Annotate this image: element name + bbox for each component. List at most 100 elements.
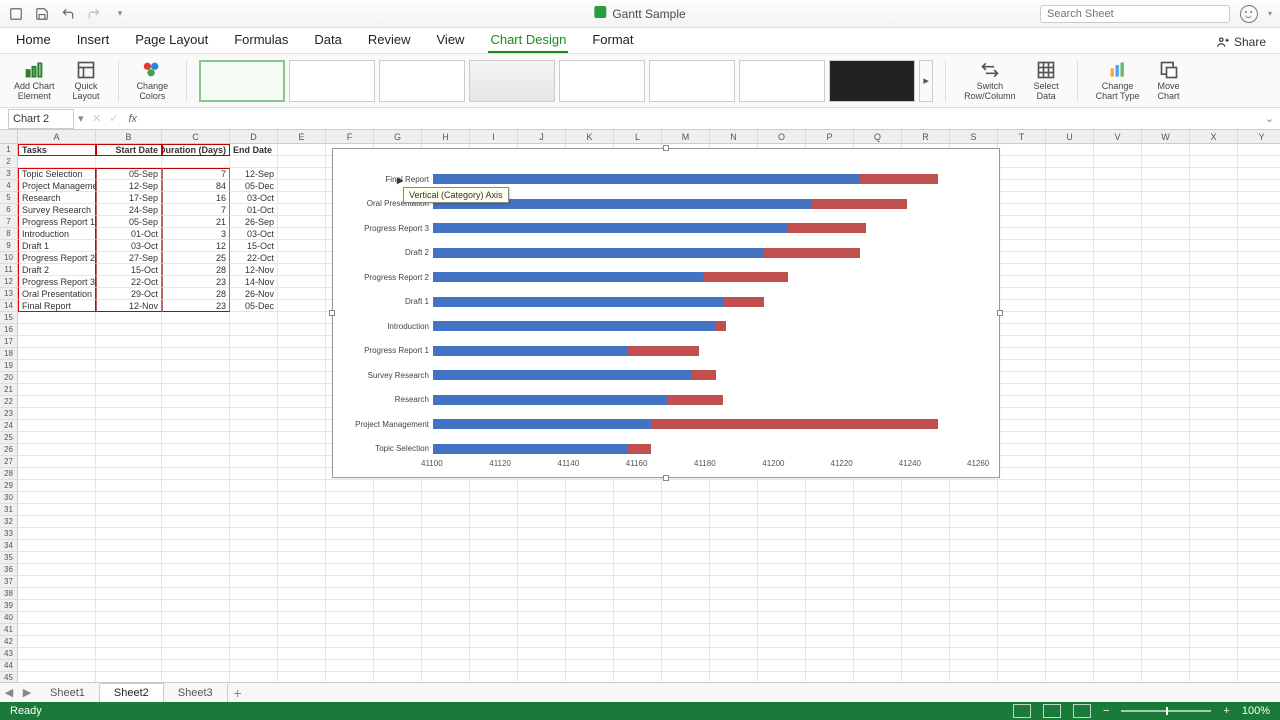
cell-F43[interactable] <box>326 648 374 660</box>
cell-L43[interactable] <box>614 648 662 660</box>
cell-R30[interactable] <box>902 492 950 504</box>
cell-W8[interactable] <box>1142 228 1190 240</box>
cell-D19[interactable] <box>230 360 278 372</box>
cell-N33[interactable] <box>710 528 758 540</box>
cell-D31[interactable] <box>230 504 278 516</box>
cell-H33[interactable] <box>422 528 470 540</box>
cell-N39[interactable] <box>710 600 758 612</box>
row-head-15[interactable]: 15 <box>0 312 18 324</box>
cell-A16[interactable] <box>18 324 96 336</box>
cell-V15[interactable] <box>1094 312 1142 324</box>
chart-style-8[interactable] <box>829 60 915 102</box>
cell-U28[interactable] <box>1046 468 1094 480</box>
cell-A29[interactable] <box>18 480 96 492</box>
col-head-O[interactable]: O <box>758 130 806 143</box>
cell-N32[interactable] <box>710 516 758 528</box>
cell-K32[interactable] <box>566 516 614 528</box>
chart-style-more-icon[interactable]: ▸ <box>919 60 933 102</box>
cell-U32[interactable] <box>1046 516 1094 528</box>
chart-bar-start[interactable] <box>433 444 628 454</box>
chart-resize-handle-top[interactable] <box>663 145 669 151</box>
chart-bar-start[interactable] <box>433 395 668 405</box>
cell-T23[interactable] <box>998 408 1046 420</box>
cell-D3[interactable]: 12-Sep <box>230 168 278 180</box>
row-head-3[interactable]: 3 <box>0 168 18 180</box>
cell-C26[interactable] <box>162 444 230 456</box>
cell-P34[interactable] <box>806 540 854 552</box>
cell-R42[interactable] <box>902 636 950 648</box>
col-head-I[interactable]: I <box>470 130 518 143</box>
cell-D15[interactable] <box>230 312 278 324</box>
cell-Y11[interactable] <box>1238 264 1280 276</box>
cell-M41[interactable] <box>662 624 710 636</box>
cell-L36[interactable] <box>614 564 662 576</box>
cell-E34[interactable] <box>278 540 326 552</box>
cell-Y18[interactable] <box>1238 348 1280 360</box>
cell-V16[interactable] <box>1094 324 1142 336</box>
cell-C1[interactable]: Duration (Days) <box>162 144 230 156</box>
cell-C14[interactable]: 23 <box>162 300 230 312</box>
cell-Y27[interactable] <box>1238 456 1280 468</box>
cell-E27[interactable] <box>278 456 326 468</box>
cell-G35[interactable] <box>374 552 422 564</box>
row-head-23[interactable]: 23 <box>0 408 18 420</box>
cell-Y23[interactable] <box>1238 408 1280 420</box>
cell-Y16[interactable] <box>1238 324 1280 336</box>
cell-A2[interactable] <box>18 156 96 168</box>
cell-I35[interactable] <box>470 552 518 564</box>
cell-R34[interactable] <box>902 540 950 552</box>
cell-N38[interactable] <box>710 588 758 600</box>
cell-X29[interactable] <box>1190 480 1238 492</box>
cell-F42[interactable] <box>326 636 374 648</box>
cell-V3[interactable] <box>1094 168 1142 180</box>
cell-T41[interactable] <box>998 624 1046 636</box>
row-head-2[interactable]: 2 <box>0 156 18 168</box>
cell-D2[interactable] <box>230 156 278 168</box>
cell-Y19[interactable] <box>1238 360 1280 372</box>
chart-style-1[interactable] <box>199 60 285 102</box>
cell-W18[interactable] <box>1142 348 1190 360</box>
cell-U21[interactable] <box>1046 384 1094 396</box>
row-head-12[interactable]: 12 <box>0 276 18 288</box>
cell-E5[interactable] <box>278 192 326 204</box>
cell-A31[interactable] <box>18 504 96 516</box>
cell-W13[interactable] <box>1142 288 1190 300</box>
cell-T14[interactable] <box>998 300 1046 312</box>
cell-B44[interactable] <box>96 660 162 672</box>
select-data-button[interactable]: Select Data <box>1028 57 1065 104</box>
cell-U41[interactable] <box>1046 624 1094 636</box>
cell-U35[interactable] <box>1046 552 1094 564</box>
cell-V5[interactable] <box>1094 192 1142 204</box>
cell-K36[interactable] <box>566 564 614 576</box>
cell-A34[interactable] <box>18 540 96 552</box>
menu-insert[interactable]: Insert <box>75 28 112 53</box>
cell-G31[interactable] <box>374 504 422 516</box>
col-head-R[interactable]: R <box>902 130 950 143</box>
cell-K40[interactable] <box>566 612 614 624</box>
cell-V19[interactable] <box>1094 360 1142 372</box>
cell-T3[interactable] <box>998 168 1046 180</box>
cell-Y42[interactable] <box>1238 636 1280 648</box>
cell-V45[interactable] <box>1094 672 1142 682</box>
cell-A43[interactable] <box>18 648 96 660</box>
cell-D27[interactable] <box>230 456 278 468</box>
cell-T31[interactable] <box>998 504 1046 516</box>
cell-W43[interactable] <box>1142 648 1190 660</box>
cell-B27[interactable] <box>96 456 162 468</box>
cell-G34[interactable] <box>374 540 422 552</box>
cell-B35[interactable] <box>96 552 162 564</box>
cell-M29[interactable] <box>662 480 710 492</box>
cell-E21[interactable] <box>278 384 326 396</box>
cell-W39[interactable] <box>1142 600 1190 612</box>
cell-N40[interactable] <box>710 612 758 624</box>
cell-U42[interactable] <box>1046 636 1094 648</box>
cell-U36[interactable] <box>1046 564 1094 576</box>
cell-P40[interactable] <box>806 612 854 624</box>
cell-I42[interactable] <box>470 636 518 648</box>
cell-U40[interactable] <box>1046 612 1094 624</box>
cell-D38[interactable] <box>230 588 278 600</box>
cell-O30[interactable] <box>758 492 806 504</box>
cell-L38[interactable] <box>614 588 662 600</box>
cell-B6[interactable]: 24-Sep <box>96 204 162 216</box>
cell-S41[interactable] <box>950 624 998 636</box>
